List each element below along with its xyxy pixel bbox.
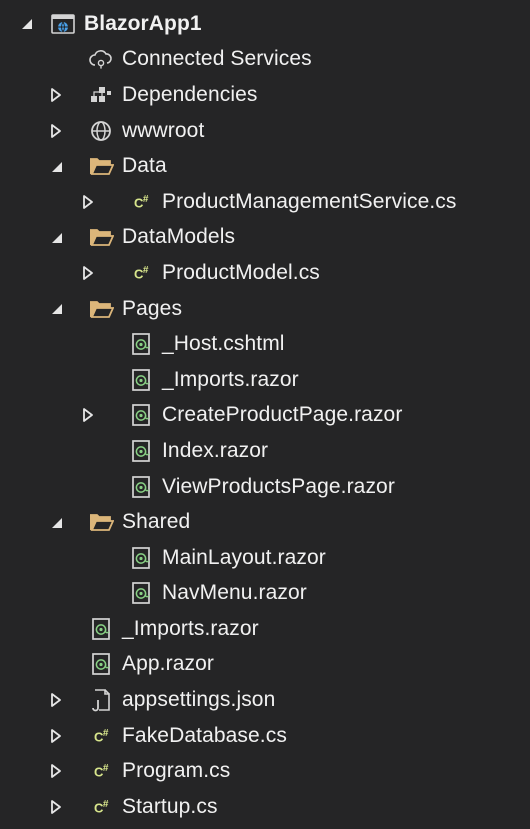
tree-item-connected-services[interactable]: Connected Services bbox=[0, 42, 530, 78]
dependencies-icon bbox=[88, 82, 114, 108]
tree-item-label: wwwroot bbox=[122, 118, 205, 142]
razor-file-icon bbox=[128, 331, 154, 357]
csharp-file-icon: C# bbox=[134, 193, 148, 210]
tree-item-mainlayout-razor[interactable]: MainLayout.razor bbox=[0, 540, 530, 576]
razor-file-icon bbox=[128, 402, 154, 428]
tree-item-label: _Imports.razor bbox=[122, 616, 259, 640]
tree-item-startup-cs[interactable]: C# Startup.cs bbox=[0, 789, 530, 825]
collapse-arrow-icon[interactable] bbox=[48, 514, 64, 530]
razor-file-icon bbox=[128, 438, 154, 464]
tree-item-program-cs[interactable]: C# Program.cs bbox=[0, 753, 530, 789]
tree-item-dependencies[interactable]: Dependencies bbox=[0, 77, 530, 113]
tree-item-navmenu-razor[interactable]: NavMenu.razor bbox=[0, 576, 530, 612]
tree-item-data[interactable]: Data bbox=[0, 148, 530, 184]
tree-item-label: Pages bbox=[122, 296, 183, 320]
razor-file-icon bbox=[128, 545, 154, 571]
tree-item-label: MainLayout.razor bbox=[162, 545, 326, 569]
solution-explorer-tree: BlazorApp1 Connected Services Dependencies… bbox=[0, 0, 530, 829]
tree-item-index-razor[interactable]: Index.razor bbox=[0, 433, 530, 469]
collapse-arrow-icon[interactable] bbox=[18, 16, 34, 32]
tree-item-label: NavMenu.razor bbox=[162, 581, 307, 605]
tree-item-label: _Host.cshtml bbox=[162, 332, 285, 356]
razor-file-icon bbox=[88, 616, 114, 642]
tree-item-label: App.razor bbox=[122, 652, 214, 676]
tree-item-app-razor[interactable]: App.razor bbox=[0, 647, 530, 683]
expand-arrow-icon[interactable] bbox=[80, 407, 96, 423]
tree-item-label: Index.razor bbox=[162, 438, 269, 462]
tree-item-label: Startup.cs bbox=[122, 794, 218, 818]
razor-file-icon bbox=[128, 474, 154, 500]
tree-item-label: ProductModel.cs bbox=[162, 260, 320, 284]
tree-item-wwwroot[interactable]: wwwroot bbox=[0, 113, 530, 149]
expand-arrow-icon[interactable] bbox=[48, 799, 64, 815]
expand-arrow-icon[interactable] bbox=[48, 123, 64, 139]
tree-item-fakedatabase-cs[interactable]: C# FakeDatabase.cs bbox=[0, 718, 530, 754]
json-file-icon bbox=[88, 687, 114, 713]
globe-icon bbox=[88, 118, 114, 144]
collapse-arrow-icon[interactable] bbox=[48, 301, 64, 317]
tree-item-label: FakeDatabase.cs bbox=[122, 723, 287, 747]
razor-file-icon bbox=[128, 367, 154, 393]
expand-arrow-icon[interactable] bbox=[80, 194, 96, 210]
tree-item-label: Dependencies bbox=[122, 82, 258, 106]
tree-item-imports-razor[interactable]: _Imports.razor bbox=[0, 611, 530, 647]
tree-item-productmanagementservice-cs[interactable]: C# ProductManagementService.cs bbox=[0, 184, 530, 220]
web-project-icon bbox=[50, 11, 76, 37]
tree-item-label: Data bbox=[122, 154, 167, 178]
tree-item-label: ViewProductsPage.razor bbox=[162, 474, 395, 498]
csharp-file-icon: C# bbox=[134, 264, 148, 282]
tree-item-label: Program.cs bbox=[122, 759, 231, 783]
collapse-arrow-icon[interactable] bbox=[48, 229, 64, 245]
expand-arrow-icon[interactable] bbox=[80, 265, 96, 281]
razor-file-icon bbox=[88, 651, 114, 677]
tree-item-blazorapp1[interactable]: BlazorApp1 bbox=[0, 6, 530, 42]
expand-arrow-icon[interactable] bbox=[48, 763, 64, 779]
tree-item-createproductpage-razor[interactable]: CreateProductPage.razor bbox=[0, 398, 530, 434]
connected-services-icon bbox=[88, 46, 114, 72]
tree-item-label: Shared bbox=[122, 510, 191, 534]
expand-arrow-icon[interactable] bbox=[48, 87, 64, 103]
tree-item-label: BlazorApp1 bbox=[84, 11, 202, 35]
razor-file-icon bbox=[128, 580, 154, 606]
tree-item-label: Connected Services bbox=[122, 47, 312, 71]
tree-item-productmodel-cs[interactable]: C# ProductModel.cs bbox=[0, 255, 530, 291]
tree-item-label: CreateProductPage.razor bbox=[162, 403, 403, 427]
tree-item-label: ProductManagementService.cs bbox=[162, 189, 457, 213]
tree-item-imports-razor[interactable]: _Imports.razor bbox=[0, 362, 530, 398]
tree-item-shared[interactable]: Shared bbox=[0, 504, 530, 540]
folder-open-icon bbox=[88, 296, 114, 322]
tree-item-label: appsettings.json bbox=[122, 688, 276, 712]
expand-arrow-icon[interactable] bbox=[48, 728, 64, 744]
expand-arrow-icon[interactable] bbox=[48, 692, 64, 708]
tree-item-appsettings-json[interactable]: appsettings.json bbox=[0, 682, 530, 718]
tree-item-label: DataModels bbox=[122, 225, 236, 249]
tree-item-datamodels[interactable]: DataModels bbox=[0, 220, 530, 256]
tree-item-pages[interactable]: Pages bbox=[0, 291, 530, 327]
folder-open-icon bbox=[88, 509, 114, 535]
tree-item-host-cshtml[interactable]: _Host.cshtml bbox=[0, 326, 530, 362]
tree-item-viewproductspage-razor[interactable]: ViewProductsPage.razor bbox=[0, 469, 530, 505]
folder-open-icon bbox=[88, 153, 114, 179]
folder-open-icon bbox=[88, 224, 114, 250]
collapse-arrow-icon[interactable] bbox=[48, 158, 64, 174]
csharp-file-icon: C# bbox=[94, 727, 108, 744]
csharp-file-icon: C# bbox=[94, 763, 108, 780]
tree-item-label: _Imports.razor bbox=[162, 367, 299, 391]
csharp-file-icon: C# bbox=[94, 798, 108, 816]
